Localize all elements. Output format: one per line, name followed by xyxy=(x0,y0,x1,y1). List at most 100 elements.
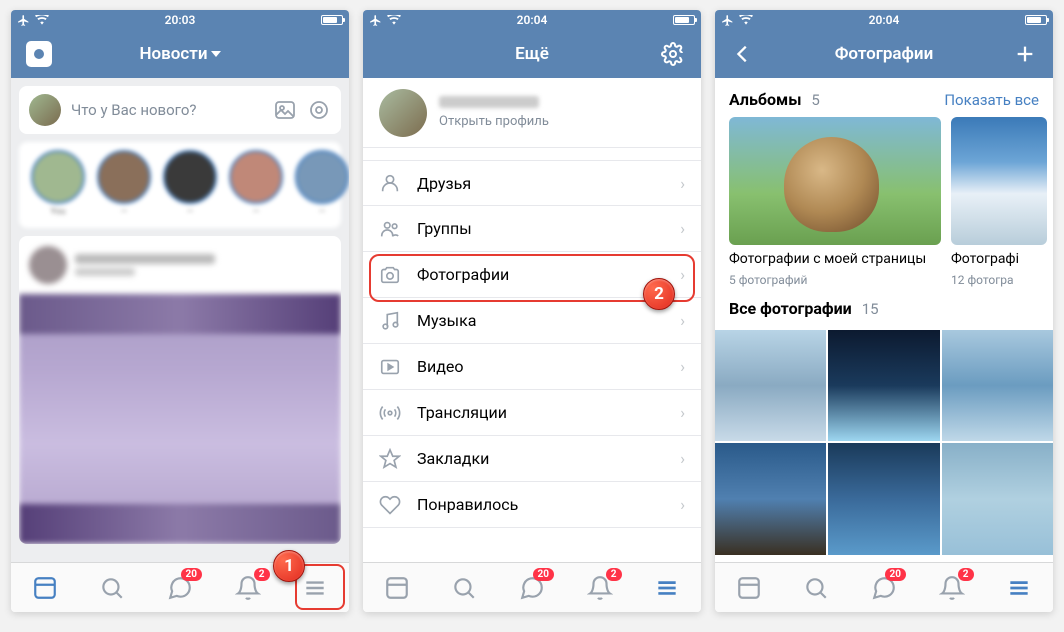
menu-label: Понравилось xyxy=(417,495,518,514)
tab-messages[interactable]: 20 xyxy=(510,566,554,610)
heart-icon xyxy=(379,494,401,516)
menu-item-bookmarks[interactable]: Закладки › xyxy=(363,436,701,482)
profile-row[interactable]: Открыть профиль xyxy=(363,78,701,148)
tab-news[interactable] xyxy=(23,566,67,610)
albums-row[interactable]: Фотографии с моей страницы 5 фотографий … xyxy=(715,117,1053,287)
compose-row[interactable]: Что у Вас нового? xyxy=(19,86,341,134)
menu-label: Закладки xyxy=(417,449,489,468)
callout-2: 2 xyxy=(643,278,675,310)
tab-bar: 20 2 1 xyxy=(11,562,349,612)
tab-news[interactable] xyxy=(727,566,771,610)
battery-icon xyxy=(673,15,695,25)
stories-row[interactable]: You — — — — xyxy=(19,142,341,228)
nav-title-text: Ещё xyxy=(515,44,549,64)
add-button[interactable] xyxy=(1009,43,1041,65)
menu-label: Друзья xyxy=(417,174,471,193)
tab-messages[interactable]: 20 xyxy=(862,566,906,610)
compose-input[interactable]: Что у Вас нового? xyxy=(71,101,263,119)
albums-count: 5 xyxy=(811,91,819,109)
status-time: 20:04 xyxy=(517,13,548,27)
tab-search[interactable] xyxy=(794,566,838,610)
tab-news[interactable] xyxy=(375,566,419,610)
photo-icon[interactable] xyxy=(273,98,297,122)
tab-search[interactable] xyxy=(442,566,486,610)
video-icon xyxy=(379,356,401,378)
show-all-link[interactable]: Показать все xyxy=(944,91,1039,109)
more-content: Открыть профиль Друзья › Группы › Фотогр… xyxy=(363,78,701,562)
wifi-icon xyxy=(35,15,49,25)
photo-cell[interactable] xyxy=(828,330,939,441)
tab-menu[interactable] xyxy=(997,566,1041,610)
photos-content: Альбомы 5 Показать все Фотографии с моей… xyxy=(715,78,1053,562)
status-bar: 20:04 xyxy=(715,10,1053,30)
chevron-right-icon: › xyxy=(680,174,685,193)
plus-icon xyxy=(1014,43,1036,65)
chevron-right-icon: › xyxy=(680,265,685,284)
menu-item-liked[interactable]: Понравилось › xyxy=(363,482,701,528)
all-photos-count: 15 xyxy=(862,300,879,318)
battery-icon xyxy=(1025,15,1047,25)
tab-bar: 20 2 xyxy=(363,562,701,612)
gear-icon xyxy=(661,42,685,66)
all-photos-header: Все фотографии 15 xyxy=(715,287,1053,326)
chevron-left-icon xyxy=(732,43,754,65)
user-avatar[interactable] xyxy=(29,94,61,126)
airplane-mode-icon xyxy=(369,14,382,27)
screen-more: 20:04 Ещё Открыть профиль Друзья › Групп… xyxy=(363,10,701,612)
nav-header: Фотографии xyxy=(715,30,1053,78)
badge-notif: 2 xyxy=(958,568,974,581)
all-photos-title: Все фотографии xyxy=(729,299,852,318)
wifi-icon xyxy=(387,15,401,25)
status-time: 20:03 xyxy=(165,13,196,27)
battery-icon xyxy=(321,15,343,25)
menu-item-video[interactable]: Видео › xyxy=(363,344,701,390)
broadcast-icon xyxy=(379,402,401,424)
menu-item-groups[interactable]: Группы › xyxy=(363,206,701,252)
badge-notif: 2 xyxy=(606,568,622,581)
profile-name-blurred xyxy=(439,96,539,108)
photo-cell[interactable] xyxy=(715,330,826,441)
chevron-right-icon: › xyxy=(680,357,685,376)
menu-label: Трансляции xyxy=(417,403,507,422)
chevron-right-icon: › xyxy=(680,449,685,468)
badge-messages: 20 xyxy=(533,568,554,581)
tab-search[interactable] xyxy=(90,566,134,610)
chevron-right-icon: › xyxy=(680,219,685,238)
tab-notifications[interactable]: 2 xyxy=(226,566,270,610)
tab-notifications[interactable]: 2 xyxy=(578,566,622,610)
status-bar: 20:03 xyxy=(11,10,349,30)
chevron-right-icon: › xyxy=(680,495,685,514)
badge-messages: 20 xyxy=(885,568,906,581)
photo-cell[interactable] xyxy=(942,443,1053,554)
tab-notifications[interactable]: 2 xyxy=(930,566,974,610)
screen-photos: 20:04 Фотографии Альбомы 5 Показать все … xyxy=(715,10,1053,612)
badge-messages: 20 xyxy=(181,568,202,581)
friends-icon xyxy=(379,172,401,194)
album-item[interactable]: Фотографі 12 фотогра xyxy=(951,117,1047,287)
menu-item-live[interactable]: Трансляции › xyxy=(363,390,701,436)
settings-button[interactable] xyxy=(657,42,689,66)
photo-grid xyxy=(715,330,1053,555)
back-button[interactable] xyxy=(727,43,759,65)
albums-header: Альбомы 5 Показать все xyxy=(715,78,1053,117)
camera-button[interactable] xyxy=(23,41,55,67)
menu-item-friends[interactable]: Друзья › xyxy=(363,160,701,206)
chevron-right-icon: › xyxy=(680,403,685,422)
album-title: Фотографии с моей страницы xyxy=(729,251,941,267)
live-icon[interactable] xyxy=(307,98,331,122)
chevron-right-icon: › xyxy=(680,311,685,330)
nav-title-dropdown[interactable]: Новости xyxy=(140,44,221,64)
tab-menu[interactable] xyxy=(645,566,689,610)
tab-messages[interactable]: 20 xyxy=(158,566,202,610)
photo-cell[interactable] xyxy=(715,443,826,554)
tab-bar: 20 2 xyxy=(715,562,1053,612)
album-subtitle: 12 фотогра xyxy=(951,273,1047,287)
album-title: Фотографі xyxy=(951,251,1047,267)
wifi-icon xyxy=(739,15,753,25)
photo-cell[interactable] xyxy=(828,443,939,554)
groups-icon xyxy=(379,218,401,240)
album-subtitle: 5 фотографий xyxy=(729,273,941,287)
feed-post[interactable] xyxy=(19,236,341,544)
album-item[interactable]: Фотографии с моей страницы 5 фотографий xyxy=(729,117,941,287)
photo-cell[interactable] xyxy=(942,330,1053,441)
